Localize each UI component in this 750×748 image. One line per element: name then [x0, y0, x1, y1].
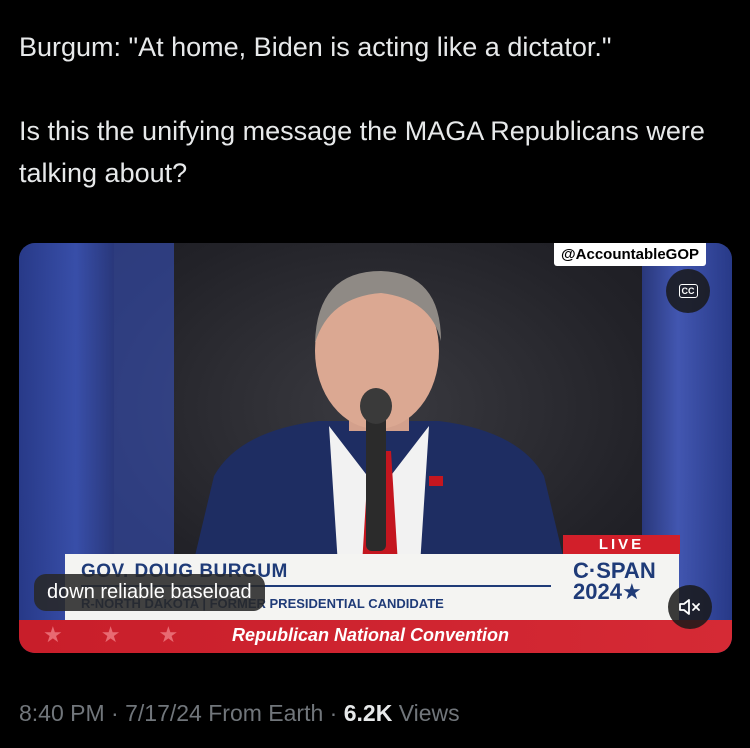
tweet-time[interactable]: 8:40 PM — [19, 700, 105, 726]
network-name: C·SPAN — [573, 558, 656, 583]
banner-text: Republican National Convention — [232, 625, 510, 645]
closed-captions-icon: CC — [678, 284, 698, 298]
tweet-text: Burgum: "At home, Biden is acting like a… — [19, 26, 731, 194]
speaker-muted-icon — [679, 599, 700, 615]
live-badge: LIVE — [563, 535, 680, 554]
closed-captions-button[interactable]: CC — [666, 269, 710, 313]
convention-banner: ★★★ Republican National Convention — [19, 620, 732, 653]
separator: · — [329, 700, 338, 726]
stage-panel — [114, 243, 174, 563]
tweet-date[interactable]: 7/17/24 — [125, 700, 202, 726]
network-year: 2024★ — [573, 579, 642, 604]
live-caption: down reliable baseload — [34, 574, 265, 611]
views-label[interactable]: Views — [399, 700, 460, 726]
speaker-figure — [189, 271, 569, 581]
tweet-line-2: Is this the unifying message the MAGA Re… — [19, 116, 705, 188]
tweet-metadata: 8:40 PM · 7/17/24 From Earth · 6.2K View… — [19, 700, 460, 727]
tweet-source: From Earth — [208, 700, 324, 726]
views-count[interactable]: 6.2K — [344, 700, 393, 726]
video-player[interactable]: @AccountableGOP CC LIVE GOV. DOUG BURGUM… — [19, 243, 732, 653]
watermark: @AccountableGOP — [554, 243, 706, 266]
banner-stars: ★★★ — [43, 622, 217, 647]
mute-button[interactable] — [668, 585, 712, 629]
tweet-line-1: Burgum: "At home, Biden is acting like a… — [19, 32, 612, 62]
cspan-logo: C·SPAN 2024★ — [573, 558, 656, 604]
separator: · — [111, 700, 119, 726]
